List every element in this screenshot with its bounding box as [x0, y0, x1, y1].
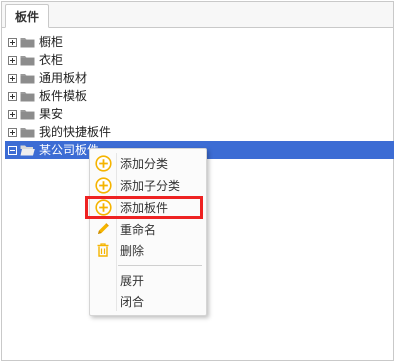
folder-icon [20, 128, 35, 138]
tab-boards[interactable]: 板件 [5, 4, 49, 28]
folder-icon [20, 74, 35, 84]
open-folder-icon [20, 145, 35, 156]
folder-icon [20, 110, 35, 120]
menu-item-label: 添加分类 [120, 156, 169, 171]
tree-node-label: 板件模板 [39, 89, 88, 103]
tree-node-label: 果安 [39, 107, 64, 121]
tree-node-quick-boards[interactable]: 我的快捷板件 [8, 123, 389, 141]
tab-bar: 板件 [2, 2, 393, 28]
menu-item-add-category[interactable]: 添加分类 [92, 153, 204, 173]
expand-icon[interactable] [8, 109, 17, 119]
pencil-icon [91, 221, 115, 237]
menu-item-label: 重命名 [120, 222, 157, 237]
tree-node-wardrobe[interactable]: 衣柜 [8, 51, 389, 69]
menu-divider [118, 265, 202, 266]
expand-icon[interactable] [8, 91, 17, 101]
menu-item-label: 删除 [120, 243, 145, 258]
trash-icon [91, 242, 115, 258]
add-circle-icon [91, 176, 115, 194]
tree-node-general-board[interactable]: 通用板材 [8, 69, 389, 87]
menu-item-label: 闭合 [120, 294, 145, 309]
tree-node-label: 橱柜 [39, 35, 64, 49]
expand-icon[interactable] [8, 73, 17, 83]
collapse-icon[interactable] [8, 145, 17, 155]
menu-item-delete[interactable]: 删除 [92, 240, 204, 260]
tree-node-label: 衣柜 [39, 53, 64, 67]
folder-icon [20, 92, 35, 102]
expand-icon[interactable] [8, 37, 17, 47]
menu-item-add-subcategory[interactable]: 添加子分类 [92, 175, 204, 195]
tree-node-label: 通用板材 [39, 71, 88, 85]
category-tree: 橱柜 衣柜 通用板材 板件模板 果安 我的快捷板件 某公司板件 [5, 33, 394, 159]
menu-item-expand[interactable]: 展开 [92, 270, 204, 290]
folder-icon [20, 38, 35, 48]
tree-node-cabinet[interactable]: 橱柜 [8, 33, 389, 51]
menu-item-label: 展开 [120, 273, 145, 288]
tree-node-label: 我的快捷板件 [39, 125, 112, 139]
expand-icon[interactable] [8, 127, 17, 137]
tree-node-board-template[interactable]: 板件模板 [8, 87, 389, 105]
folder-icon [20, 56, 35, 66]
context-menu: 添加分类 添加子分类 添加板件 重命名 删除 展开 闭合 [89, 148, 207, 316]
add-circle-icon [91, 154, 115, 172]
tree-node-guoan[interactable]: 果安 [8, 105, 389, 123]
menu-item-label: 添加子分类 [120, 178, 181, 193]
menu-item-collapse[interactable]: 闭合 [92, 291, 204, 311]
menu-item-rename[interactable]: 重命名 [92, 219, 204, 239]
expand-icon[interactable] [8, 55, 17, 65]
highlight-box [85, 196, 203, 219]
